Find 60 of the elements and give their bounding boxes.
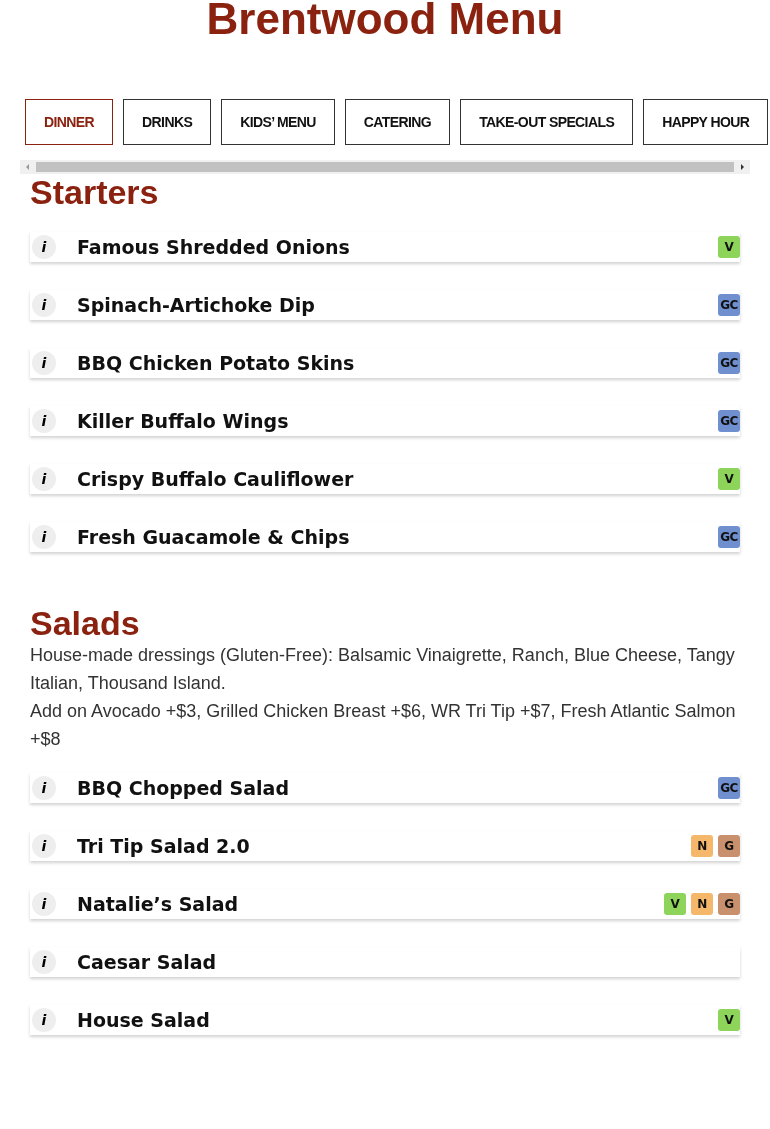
menu-item[interactable]: i Tri Tip Salad 2.0 N G <box>30 831 740 861</box>
info-button[interactable]: i <box>32 834 56 858</box>
menu-item[interactable]: i BBQ Chopped Salad GC <box>30 773 740 803</box>
item-name: Tri Tip Salad 2.0 <box>77 835 251 857</box>
info-button[interactable]: i <box>32 950 56 974</box>
item-name: Killer Buffalo Wings <box>77 410 290 432</box>
item-name: Natalie’s Salad <box>77 893 240 915</box>
diet-tag: N <box>691 893 713 915</box>
info-button[interactable]: i <box>32 235 56 259</box>
menu-item[interactable]: i Natalie’s Salad V N G <box>30 889 740 919</box>
diet-tag: V <box>718 236 740 258</box>
info-button[interactable]: i <box>32 293 56 317</box>
diet-tag: GC <box>718 294 740 316</box>
menu-tab[interactable]: DINNER <box>25 99 114 145</box>
section-note: Add on Avocado +$3, Grilled Chicken Breast +$6, WR Tri Tip +$7, Fresh Atlantic Salmon +$8 <box>30 700 737 751</box>
item-name: Crispy Buffalo Cauliflower <box>77 468 355 490</box>
menu-item[interactable]: i Caesar Salad <box>30 947 740 977</box>
section-heading: Salads <box>30 605 141 641</box>
section-note: House-made dressings (Gluten-Free): Balsamic Vinaigrette, Ranch, Blue Cheese, Tangy Italian, Thousand Island. <box>30 644 736 695</box>
menu-item[interactable]: i Crispy Buffalo Cauliflower V <box>30 464 740 494</box>
info-button[interactable]: i <box>32 525 56 549</box>
info-button[interactable]: i <box>32 892 56 916</box>
item-name: House Salad <box>77 1009 211 1031</box>
menu-tab[interactable]: HAPPY HOUR <box>643 99 769 145</box>
menu-item[interactable]: i Spinach-Artichoke Dip GC <box>30 290 740 320</box>
menu-item[interactable]: i BBQ Chicken Potato Skins GC <box>30 348 740 378</box>
section-heading: Starters <box>30 174 160 210</box>
horizontal-scrollbar[interactable] <box>20 160 750 174</box>
diet-tag: V <box>718 1009 740 1031</box>
diet-tag: G <box>718 893 740 915</box>
info-button[interactable]: i <box>32 1008 56 1032</box>
diet-tag: V <box>718 468 740 490</box>
menu-tab[interactable]: DRINKS <box>123 99 212 145</box>
info-button[interactable]: i <box>32 351 56 375</box>
info-button[interactable]: i <box>32 409 56 433</box>
scroll-right-icon[interactable] <box>738 163 746 171</box>
item-name: Famous Shredded Onions <box>77 236 351 258</box>
menu-item[interactable]: i Famous Shredded Onions V <box>30 232 740 262</box>
diet-tag: V <box>664 893 686 915</box>
item-name: Spinach-Artichoke Dip <box>77 294 316 316</box>
diet-tag: GC <box>718 410 740 432</box>
item-name: Caesar Salad <box>77 951 218 973</box>
item-name: BBQ Chicken Potato Skins <box>77 352 356 374</box>
menu-item[interactable]: i Fresh Guacamole & Chips GC <box>30 522 740 552</box>
item-name: BBQ Chopped Salad <box>77 777 290 799</box>
diet-tag: N <box>691 835 713 857</box>
menu-item[interactable]: i House Salad V <box>30 1005 740 1035</box>
info-button[interactable]: i <box>32 467 56 491</box>
menu-item[interactable]: i Killer Buffalo Wings GC <box>30 406 740 436</box>
diet-tag: GC <box>718 352 740 374</box>
menu-tab[interactable]: TAKE-OUT SPECIALS <box>460 99 634 145</box>
info-button[interactable]: i <box>32 776 56 800</box>
diet-tag: GC <box>718 777 740 799</box>
menu-tab[interactable]: CATERING <box>344 99 451 145</box>
menu-tab[interactable]: KIDS’ MENU <box>221 99 335 145</box>
diet-tag: GC <box>718 526 740 548</box>
diet-tag: G <box>718 835 740 857</box>
page-title: Brentwood Menu <box>205 0 565 45</box>
item-name: Fresh Guacamole & Chips <box>77 526 351 548</box>
scroll-left-icon[interactable] <box>24 163 32 171</box>
